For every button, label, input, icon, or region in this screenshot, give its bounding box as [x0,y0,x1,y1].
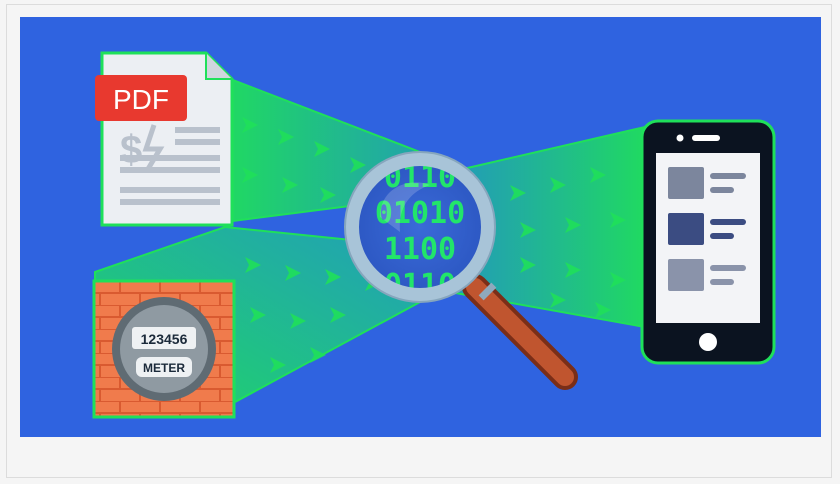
meter-label: METER [143,361,185,375]
phone-icon [640,119,776,365]
pdf-badge: PDF [95,75,187,121]
meter-reading: 123456 [141,331,188,347]
hero-illustration: $ PDF 123456 METER 0110 01010 1100 0110 [20,17,821,437]
currency-glyph: $ [120,128,142,172]
pdf-badge-label: PDF [113,84,169,115]
binary-line-3: 1100 [384,232,456,267]
meter-on-wall-icon: 123456 METER [92,279,236,419]
